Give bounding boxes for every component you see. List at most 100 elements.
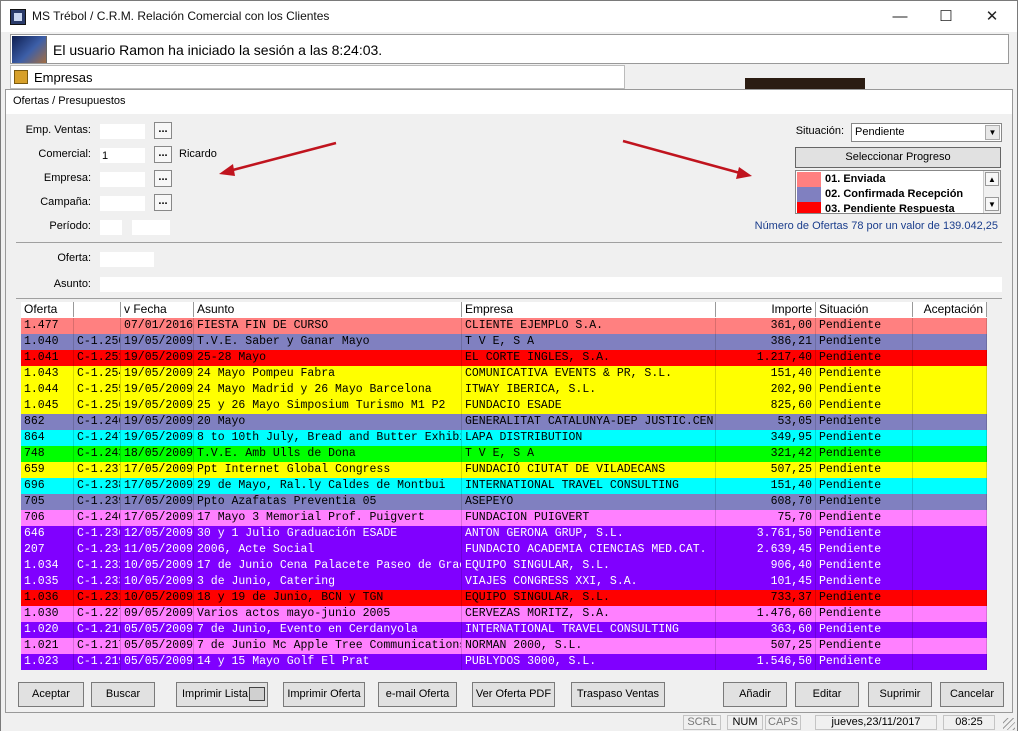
cell-empresa: T V E, S A [462, 334, 716, 350]
empresa-lookup-button[interactable]: ... [154, 170, 172, 187]
table-row[interactable]: 1.030 C-1.227 09/05/2009 Varios actos mayo-… [21, 606, 987, 622]
cell-oferta: 1.021 [21, 638, 74, 654]
comercial-input[interactable] [100, 148, 145, 163]
table-row[interactable]: 1.045 C-1.256 19/05/2009 25 y 26 Mayo Simpo… [21, 398, 987, 414]
scroll-up-icon[interactable]: ▲ [985, 172, 999, 186]
cell-empresa: CLIENTE EJEMPLO S.A. [462, 318, 716, 334]
oferta-input[interactable] [100, 252, 154, 267]
table-row[interactable]: 646 C-1.236 12/05/2009 30 y 1 Julio Graduac… [21, 526, 987, 542]
cell-fecha: 05/05/2009 [121, 622, 194, 638]
table-row[interactable]: 1.044 C-1.255 19/05/2009 24 Mayo Madrid y 2… [21, 382, 987, 398]
cell-importe: 2.639,45 [716, 542, 816, 558]
editar-button[interactable]: Editar [795, 682, 859, 707]
emp-ventas-input[interactable] [100, 124, 145, 139]
campana-input[interactable] [100, 196, 145, 211]
table-row[interactable]: 1.021 C-1.217 05/05/2009 7 de Junio Mc Appl… [21, 638, 987, 654]
annotation-arrow-right [622, 139, 752, 179]
emp-ventas-lookup-button[interactable]: ... [154, 122, 172, 139]
status-num: NUM [727, 715, 763, 730]
chevron-down-icon[interactable]: ▼ [985, 125, 1000, 140]
table-row[interactable]: 862 C-1.246 19/05/2009 20 Mayo GENERALITAT C… [21, 414, 987, 430]
table-row[interactable]: 706 C-1.240 17/05/2009 17 Mayo 3 Memorial P… [21, 510, 987, 526]
comercial-lookup-button[interactable]: ... [154, 146, 172, 163]
maximize-button[interactable]: ☐ [923, 1, 969, 32]
imprimir-oferta-button[interactable]: Imprimir Oferta [283, 682, 365, 707]
table-row[interactable]: 659 C-1.237 17/05/2009 Ppt Internet Global … [21, 462, 987, 478]
col-situacion-header[interactable]: Situación [816, 302, 913, 317]
cell-importe: 151,40 [716, 366, 816, 382]
progreso-item[interactable]: 03. Pendiente Respuesta [797, 202, 983, 213]
table-row[interactable]: 705 C-1.239 17/05/2009 Ppto Azafatas Preven… [21, 494, 987, 510]
cell-empresa: INTERNATIONAL TRAVEL CONSULTING [462, 622, 716, 638]
cell-importe: 825,60 [716, 398, 816, 414]
table-row[interactable]: 1.035 C-1.233 10/05/2009 3 de Junio, Cateri… [21, 574, 987, 590]
imprimir-lista-button[interactable]: Imprimir Lista [176, 682, 268, 707]
table-row[interactable]: 1.036 C-1.231 10/05/2009 18 y 19 de Junio, … [21, 590, 987, 606]
campana-lookup-button[interactable]: ... [154, 194, 172, 211]
table-row[interactable]: 1.041 C-1.251 19/05/2009 25-28 Mayo EL CORTE… [21, 350, 987, 366]
periodo-to-input[interactable] [132, 220, 170, 235]
col-fecha-header[interactable]: v Fecha [121, 302, 194, 317]
table-row[interactable]: 1.040 C-1.250 19/05/2009 T.V.E. Saber y Gan… [21, 334, 987, 350]
col-empresa-header[interactable]: Empresa [462, 302, 716, 317]
empresa-label: Empresa: [43, 172, 91, 184]
cell-asunto: Varios actos mayo-junio 2005 [194, 606, 462, 622]
periodo-from-input[interactable] [100, 220, 122, 235]
table-row[interactable]: 1.043 C-1.254 19/05/2009 24 Mayo Pompeu Fab… [21, 366, 987, 382]
cell-empresa: EL CORTE INGLES, S.A. [462, 350, 716, 366]
cell-empresa: FUNDACIO ACADEMIA CIENCIAS MED.CAT. [462, 542, 716, 558]
table-row[interactable]: 748 C-1.243 18/05/2009 T.V.E. Amb Ulls de D… [21, 446, 987, 462]
cell-asunto: Ppt Internet Global Congress [194, 462, 462, 478]
col-aceptacion-header[interactable]: Aceptación [913, 302, 987, 317]
cell-empresa: T V E, S A [462, 446, 716, 462]
progreso-item[interactable]: 01. Enviada [797, 172, 983, 187]
situacion-select[interactable]: Pendiente ▼ [851, 123, 1002, 142]
progreso-item[interactable]: 02. Confirmada Recepción [797, 187, 983, 202]
cell-asunto: 7 de Junio Mc Apple Tree Communications [194, 638, 462, 654]
progreso-list[interactable]: 01. Enviada 02. Confirmada Recepción 03.… [795, 170, 1001, 214]
buscar-button[interactable]: Buscar [91, 682, 155, 707]
traspaso-ventas-button[interactable]: Traspaso Ventas [571, 682, 665, 707]
empresas-tab[interactable]: Empresas [10, 65, 625, 89]
cell-empresa: COMUNICATIVA EVENTS & PR, S.L. [462, 366, 716, 382]
cell-oferta: 748 [21, 446, 74, 462]
asunto-input[interactable] [100, 277, 1002, 292]
cell-ref: C-1.254 [74, 366, 121, 382]
email-oferta-button[interactable]: e-mail Oferta [378, 682, 457, 707]
annotation-arrow-left [219, 141, 337, 176]
cell-ref: C-1.219 [74, 654, 121, 670]
cell-situacion: Pendiente [816, 526, 913, 542]
cell-oferta: 1.040 [21, 334, 74, 350]
resize-grip-icon[interactable] [1003, 718, 1015, 730]
seleccionar-progreso-button[interactable]: Seleccionar Progreso [795, 147, 1001, 168]
cell-importe: 733,37 [716, 590, 816, 606]
col-asunto-header[interactable]: Asunto [194, 302, 462, 317]
table-row[interactable]: 696 C-1.238 17/05/2009 29 de Mayo, Ral.ly C… [21, 478, 987, 494]
close-button[interactable]: ✕ [969, 1, 1015, 32]
progreso-scrollbar[interactable]: ▲ ▼ [983, 171, 1000, 213]
table-row[interactable]: 864 C-1.247 19/05/2009 8 to 10th July, Brea… [21, 430, 987, 446]
cell-fecha: 10/05/2009 [121, 558, 194, 574]
minimize-button[interactable]: — [877, 1, 923, 32]
empresa-input[interactable] [100, 172, 145, 187]
col-oferta-header[interactable]: Oferta [21, 302, 74, 317]
table-row[interactable]: 207 C-1.234 11/05/2009 2006, Acte Social FUN… [21, 542, 987, 558]
scroll-down-icon[interactable]: ▼ [985, 197, 999, 211]
table-row[interactable]: 1.023 C-1.219 05/05/2009 14 y 15 Mayo Golf … [21, 654, 987, 670]
table-row[interactable]: 1.020 C-1.216 05/05/2009 7 de Junio, Evento… [21, 622, 987, 638]
table-row[interactable]: 1.034 C-1.232 10/05/2009 17 de Junio Cena P… [21, 558, 987, 574]
col-ref-header[interactable] [74, 302, 121, 317]
ver-oferta-pdf-button[interactable]: Ver Oferta PDF [472, 682, 555, 707]
filter-separator [16, 242, 1002, 243]
suprimir-button[interactable]: Suprimir [868, 682, 932, 707]
aceptar-button[interactable]: Aceptar [18, 682, 84, 707]
cell-ref: C-1.231 [74, 590, 121, 606]
col-importe-header[interactable]: Importe [716, 302, 816, 317]
cell-situacion: Pendiente [816, 574, 913, 590]
table-row[interactable]: 1.477 07/01/2016 FIESTA FIN DE CURSO CLIENT… [21, 318, 987, 334]
cancelar-button[interactable]: Cancelar [940, 682, 1004, 707]
ofertas-grid[interactable]: Oferta v Fecha Asunto Empresa Importe Si… [21, 302, 987, 670]
anadir-button[interactable]: Añadir [723, 682, 787, 707]
cell-oferta: 1.023 [21, 654, 74, 670]
cell-importe: 349,95 [716, 430, 816, 446]
